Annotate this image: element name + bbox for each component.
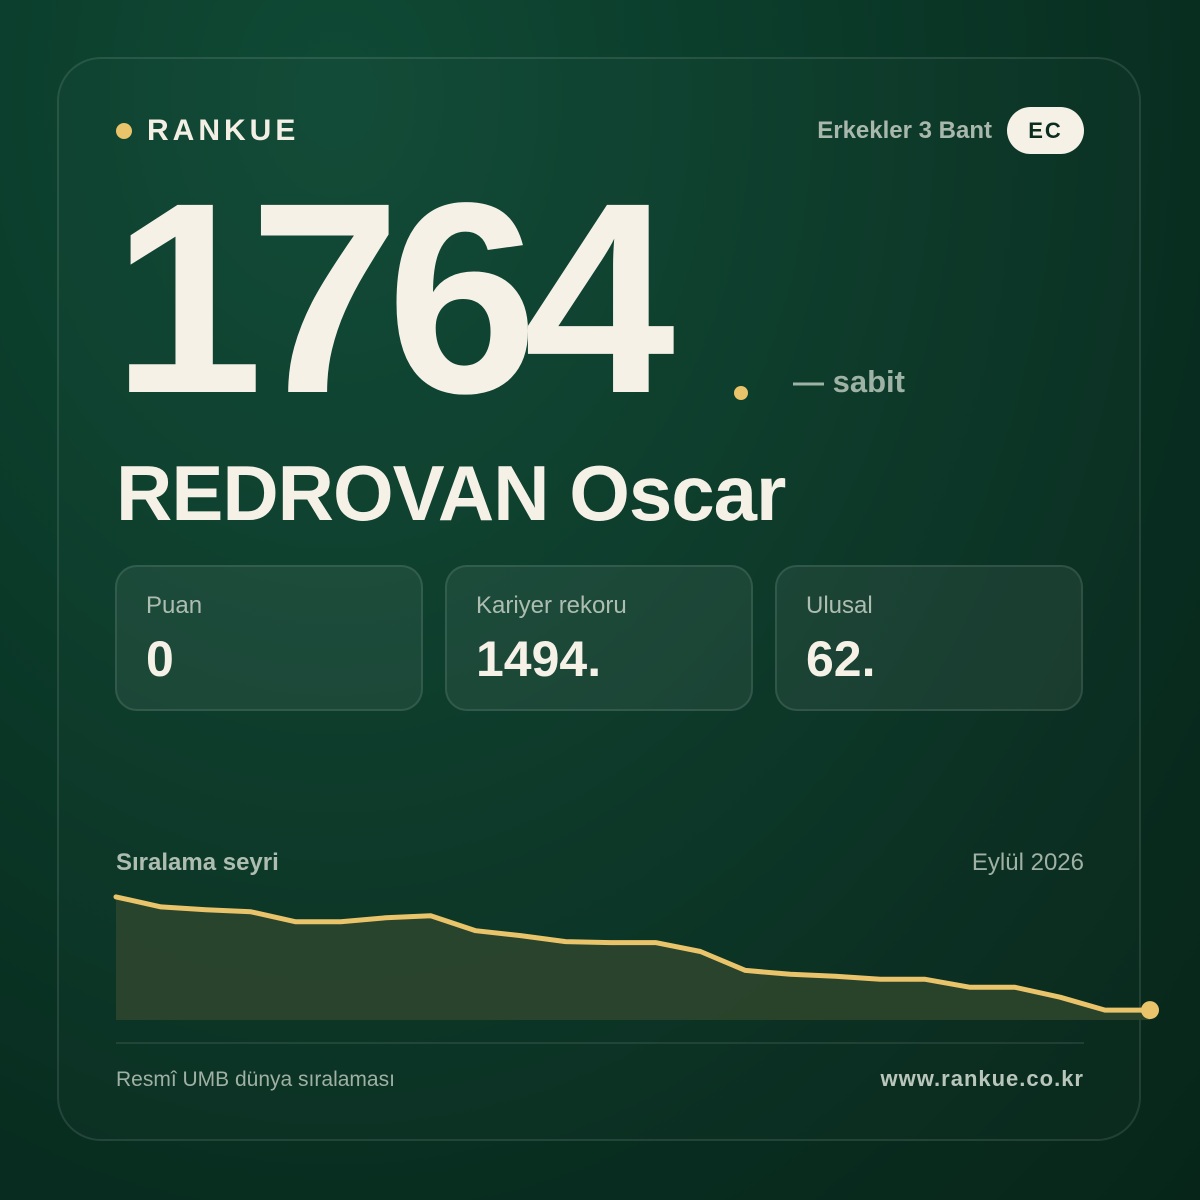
stat-value: 0 xyxy=(146,631,174,687)
player-name: REDROVAN Oscar xyxy=(116,449,786,537)
stat-card-national: Ulusal 62. xyxy=(775,565,1083,711)
footer-website-link[interactable]: www.rankue.co.kr xyxy=(881,1064,1084,1094)
brand: RANKUE xyxy=(116,112,299,150)
brand-dot-icon xyxy=(116,123,132,139)
stat-value: 1494. xyxy=(476,631,602,687)
stat-label: Kariyer rekoru xyxy=(476,592,627,619)
rank-number: 1764 xyxy=(112,146,675,450)
trend-date: Eylül 2026 xyxy=(971,849,1084,876)
stat-card-points: Puan 0 xyxy=(115,565,423,711)
country-badge: EC xyxy=(1007,107,1084,154)
trend-point xyxy=(1141,1001,1159,1020)
rank-dot-icon xyxy=(734,386,748,400)
stat-value: 62. xyxy=(806,631,876,687)
trend-points xyxy=(1141,1001,1159,1020)
division-label: Erkekler 3 Bant xyxy=(817,117,992,144)
rank-change: — sabit xyxy=(793,364,905,399)
stat-label: Puan xyxy=(146,592,203,619)
footer-source: Resmî UMB dünya sıralaması xyxy=(116,1068,395,1091)
trend-title: Sıralama seyri xyxy=(116,849,279,876)
stat-card-career-best: Kariyer rekoru 1494. xyxy=(445,565,753,711)
stat-label: Ulusal xyxy=(806,592,873,619)
brand-name: RANKUE xyxy=(147,114,300,147)
footer-divider xyxy=(116,1042,1084,1044)
